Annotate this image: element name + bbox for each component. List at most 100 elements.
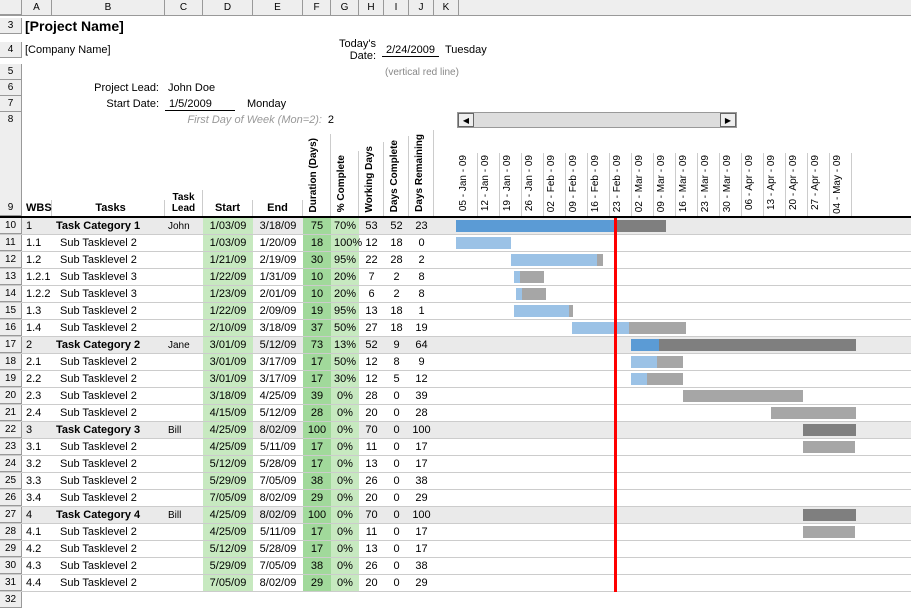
row-header[interactable]: 15: [0, 303, 22, 319]
cell-dr[interactable]: 23: [409, 218, 434, 234]
cell-wbs[interactable]: 4.2: [22, 541, 52, 557]
col-header-j[interactable]: J: [409, 0, 434, 15]
cell-wd[interactable]: 28: [359, 388, 384, 404]
row-header[interactable]: 19: [0, 371, 22, 387]
cell-task[interactable]: Sub Tasklevel 2: [52, 320, 165, 336]
cell-pct[interactable]: 70%: [331, 218, 359, 234]
cell-end[interactable]: 5/11/09: [253, 439, 303, 455]
cell-dc[interactable]: 52: [384, 218, 409, 234]
cell-pct[interactable]: 13%: [331, 337, 359, 353]
cell-wd[interactable]: 12: [359, 354, 384, 370]
cell-dc[interactable]: 8: [384, 354, 409, 370]
cell-dr[interactable]: 100: [409, 422, 434, 438]
row-header[interactable]: 16: [0, 320, 22, 336]
cell-task[interactable]: Sub Tasklevel 2: [52, 388, 165, 404]
cell-start[interactable]: 7/05/09: [203, 575, 253, 591]
company-name[interactable]: [Company Name]: [22, 42, 312, 58]
cell-duration[interactable]: 39: [303, 388, 331, 404]
cell-end[interactable]: 5/12/09: [253, 405, 303, 421]
cell-lead[interactable]: [165, 479, 203, 483]
cell-duration[interactable]: 28: [303, 405, 331, 421]
project-lead[interactable]: John Doe: [165, 80, 218, 96]
task-row[interactable]: 314.4Sub Tasklevel 27/05/098/02/09290%20…: [0, 575, 911, 592]
cell-dc[interactable]: 0: [384, 473, 409, 489]
cell-dc[interactable]: 0: [384, 388, 409, 404]
cell-dr[interactable]: 0: [409, 235, 434, 251]
cell-wbs[interactable]: 3.1: [22, 439, 52, 455]
cell-duration[interactable]: 30: [303, 252, 331, 268]
cell-pct[interactable]: 20%: [331, 269, 359, 285]
row-header[interactable]: 25: [0, 473, 22, 489]
cell-start[interactable]: 4/25/09: [203, 524, 253, 540]
cell-task[interactable]: Sub Tasklevel 2: [52, 456, 165, 472]
task-row[interactable]: 263.4Sub Tasklevel 27/05/098/02/09290%20…: [0, 490, 911, 507]
cell-end[interactable]: 7/05/09: [253, 473, 303, 489]
cell-pct[interactable]: 50%: [331, 320, 359, 336]
cell-pct[interactable]: 95%: [331, 252, 359, 268]
cell-end[interactable]: 8/02/09: [253, 507, 303, 523]
cell-lead[interactable]: [165, 411, 203, 415]
col-header-d[interactable]: D: [203, 0, 253, 15]
cell-duration[interactable]: 17: [303, 456, 331, 472]
cell-wbs[interactable]: 3: [22, 422, 52, 438]
cell-wd[interactable]: 13: [359, 456, 384, 472]
row-header-32[interactable]: 32: [0, 592, 22, 608]
row-header[interactable]: 26: [0, 490, 22, 506]
cell-dc[interactable]: 0: [384, 405, 409, 421]
row-header[interactable]: 11: [0, 235, 22, 251]
col-header-a[interactable]: A: [22, 0, 52, 15]
task-row[interactable]: 131.2.1Sub Tasklevel 31/22/091/31/091020…: [0, 269, 911, 286]
cell-lead[interactable]: [165, 326, 203, 330]
cell-lead[interactable]: Bill: [165, 508, 203, 523]
cell-end[interactable]: 5/12/09: [253, 337, 303, 353]
cell-dc[interactable]: 0: [384, 456, 409, 472]
cell-task[interactable]: Sub Tasklevel 2: [52, 439, 165, 455]
row-header[interactable]: 21: [0, 405, 22, 421]
task-row[interactable]: 141.2.2Sub Tasklevel 31/23/092/01/091020…: [0, 286, 911, 303]
cell-dr[interactable]: 12: [409, 371, 434, 387]
row-header[interactable]: 27: [0, 507, 22, 523]
cell-duration[interactable]: 29: [303, 490, 331, 506]
cell-start[interactable]: 3/01/09: [203, 337, 253, 353]
row-header-4[interactable]: 4: [0, 42, 22, 58]
cell-start[interactable]: 5/29/09: [203, 558, 253, 574]
cell-duration[interactable]: 38: [303, 473, 331, 489]
cell-start[interactable]: 5/12/09: [203, 456, 253, 472]
cell-pct[interactable]: 0%: [331, 422, 359, 438]
cell-wd[interactable]: 26: [359, 473, 384, 489]
cell-dr[interactable]: 8: [409, 269, 434, 285]
task-row[interactable]: 274Task Category 4Bill4/25/098/02/091000…: [0, 507, 911, 524]
cell-pct[interactable]: 100%: [331, 235, 359, 251]
row-header[interactable]: 18: [0, 354, 22, 370]
col-header-f[interactable]: F: [303, 0, 331, 15]
project-name[interactable]: [Project Name]: [22, 16, 127, 36]
cell-duration[interactable]: 17: [303, 439, 331, 455]
cell-dc[interactable]: 28: [384, 252, 409, 268]
cell-end[interactable]: 2/09/09: [253, 303, 303, 319]
cell-dr[interactable]: 17: [409, 524, 434, 540]
cell-dr[interactable]: 2: [409, 252, 434, 268]
cell-wbs[interactable]: 2.1: [22, 354, 52, 370]
task-row[interactable]: 172Task Category 2Jane3/01/095/12/097313…: [0, 337, 911, 354]
cell-pct[interactable]: 0%: [331, 405, 359, 421]
cell-dr[interactable]: 17: [409, 456, 434, 472]
cell-pct[interactable]: 0%: [331, 541, 359, 557]
todays-date[interactable]: 2/24/2009: [382, 44, 439, 57]
cell-duration[interactable]: 75: [303, 218, 331, 234]
cell-start[interactable]: 1/23/09: [203, 286, 253, 302]
cell-task[interactable]: Sub Tasklevel 2: [52, 490, 165, 506]
cell-wd[interactable]: 26: [359, 558, 384, 574]
cell-wd[interactable]: 20: [359, 575, 384, 591]
cell-duration[interactable]: 17: [303, 354, 331, 370]
cell-dc[interactable]: 18: [384, 320, 409, 336]
cell-wd[interactable]: 11: [359, 439, 384, 455]
cell-task[interactable]: Sub Tasklevel 3: [52, 269, 165, 285]
cell-task[interactable]: Sub Tasklevel 2: [52, 405, 165, 421]
task-row[interactable]: 284.1Sub Tasklevel 24/25/095/11/09170%11…: [0, 524, 911, 541]
cell-dc[interactable]: 0: [384, 558, 409, 574]
cell-start[interactable]: 5/29/09: [203, 473, 253, 489]
cell-end[interactable]: 1/20/09: [253, 235, 303, 251]
row-header[interactable]: 13: [0, 269, 22, 285]
cell-dc[interactable]: 0: [384, 490, 409, 506]
cell-pct[interactable]: 0%: [331, 388, 359, 404]
